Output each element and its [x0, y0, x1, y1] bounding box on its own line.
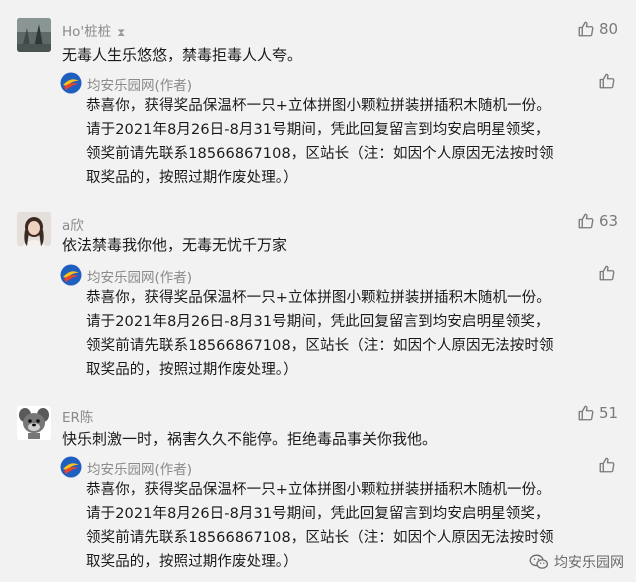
- hourglass-badge-icon: ⧗: [117, 26, 126, 39]
- reply-author-name[interactable]: 均安乐园网(作者): [87, 458, 192, 478]
- reply-text-line: 恭喜你，获得奖品保温杯一只+立体拼图小颗粒拼装拼插积木随机一份。: [86, 290, 551, 306]
- author-logo-icon: [60, 456, 82, 478]
- comment-item: a欣 63 依法禁毒我你他，无毒无忧千万家 均安乐园网(作者) 恭喜你，获得奖品…: [0, 196, 636, 396]
- like-button[interactable]: 80: [577, 20, 618, 38]
- comment-text: 无毒人生乐悠悠，禁毒拒毒人人夸。: [62, 46, 303, 64]
- reply-text-line: 领奖前请先联系18566867108，区站长（注：如因个人原因无法按时领: [86, 338, 554, 354]
- comment-text: 依法禁毒我你他，无毒无忧千万家: [62, 236, 288, 254]
- like-button[interactable]: 63: [577, 212, 618, 230]
- thumbs-up-icon: [599, 73, 615, 89]
- like-count: 63: [599, 212, 619, 230]
- thumbs-up-icon: [578, 405, 594, 421]
- like-count: 80: [599, 20, 619, 38]
- comment-text: 快乐刺激一时，祸害久久不能停。拒绝毒品事关你我他。: [62, 430, 438, 448]
- commenter-name[interactable]: Ho'桩桩 ⧗: [62, 20, 125, 40]
- commenter-name[interactable]: ER陈: [62, 406, 93, 426]
- author-logo-icon: [60, 264, 82, 286]
- commenter-name[interactable]: a欣: [62, 214, 84, 234]
- like-count: 51: [599, 404, 619, 422]
- reply-author-name[interactable]: 均安乐园网(作者): [87, 266, 192, 286]
- avatar[interactable]: [17, 212, 51, 246]
- reply-text-line: 取奖品的，按照过期作废处理。）: [86, 362, 298, 378]
- reply-text-line: 领奖前请先联系18566867108，区站长（注：如因个人原因无法按时领: [86, 530, 554, 546]
- reply-text-line: 恭喜你，获得奖品保温杯一只+立体拼图小颗粒拼装拼插积木随机一份。: [86, 482, 551, 498]
- thumbs-up-icon: [578, 213, 594, 229]
- reply-text-line: 恭喜你，获得奖品保温杯一只+立体拼图小颗粒拼装拼插积木随机一份。: [86, 98, 551, 114]
- account-watermark: 均安乐园网: [529, 552, 624, 572]
- reply-like-button[interactable]: [598, 264, 616, 282]
- avatar[interactable]: [17, 406, 51, 440]
- reply-text-line: 请于2021年8月26日-8月31号期间，凭此回复留言到均安启明星领奖，: [86, 122, 550, 138]
- reply-like-button[interactable]: [598, 72, 616, 90]
- like-button[interactable]: 51: [577, 404, 618, 422]
- reply-text-line: 取奖品的，按照过期作废处理。）: [86, 554, 298, 570]
- reply-text-line: 取奖品的，按照过期作废处理。）: [86, 170, 298, 186]
- thumbs-up-icon: [599, 457, 615, 473]
- reply-text-line: 请于2021年8月26日-8月31号期间，凭此回复留言到均安启明星领奖，: [86, 314, 550, 330]
- watermark-text: 均安乐园网: [554, 555, 624, 571]
- reply-like-button[interactable]: [598, 456, 616, 474]
- comment-item: Ho'桩桩 ⧗ 80 无毒人生乐悠悠，禁毒拒毒人人夸。 均安乐园网(作者) 恭喜…: [0, 0, 636, 200]
- avatar[interactable]: [17, 18, 51, 52]
- reply-text-line: 领奖前请先联系18566867108，区站长（注：如因个人原因无法按时领: [86, 146, 554, 162]
- thumbs-up-icon: [599, 265, 615, 281]
- thumbs-up-icon: [578, 21, 594, 37]
- author-logo-icon: [60, 72, 82, 94]
- wechat-icon: [529, 554, 549, 569]
- reply-text-line: 请于2021年8月26日-8月31号期间，凭此回复留言到均安启明星领奖，: [86, 506, 550, 522]
- reply-author-name[interactable]: 均安乐园网(作者): [87, 74, 192, 94]
